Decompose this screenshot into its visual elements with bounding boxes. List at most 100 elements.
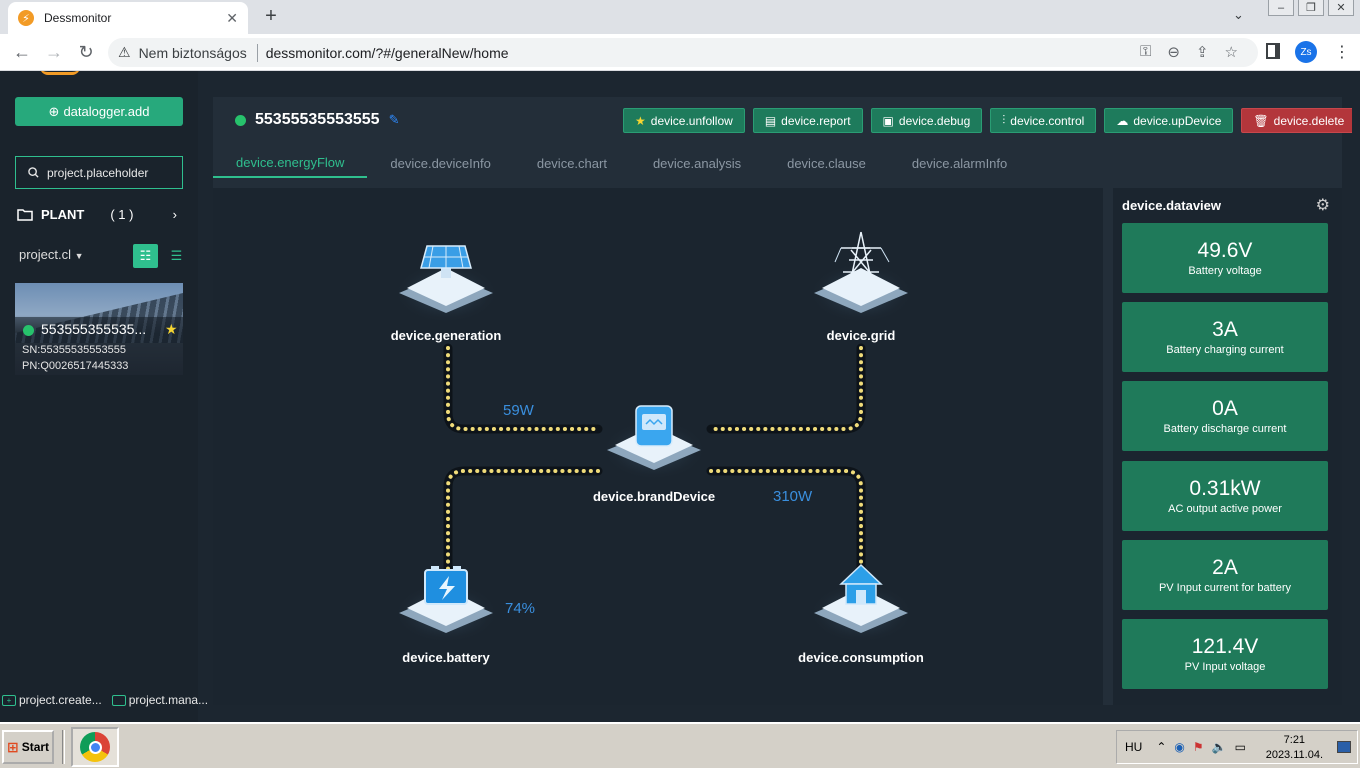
bookmark-star-icon[interactable]: ☆ [1225,43,1238,61]
card-view-icon[interactable]: ☷ [133,244,158,268]
metric-card: 121.4V PV Input voltage [1122,619,1328,689]
device-tabs: device.energyFlow device.deviceInfo devi… [213,148,1342,178]
show-desktop-icon[interactable] [1337,741,1351,753]
debug-button[interactable]: ▣ device.debug [870,108,983,133]
system-tray: HU ⌃ ◉ ⚑ 🔈 ▭ 7:21 2023.11.04. [1116,730,1358,764]
clock[interactable]: 7:21 2023.11.04. [1266,733,1323,763]
metric-value: 2A [1212,556,1238,579]
warning-triangle-icon[interactable]: ⚠ [118,44,131,61]
caret-down-icon: ▼ [74,251,84,261]
delete-button[interactable]: 🗑 device.delete [1241,108,1357,133]
project-filter-label: project.cl [19,247,72,262]
chevron-right-icon[interactable]: › [173,207,177,222]
debug-label: device.debug [898,113,971,128]
action-center-flag-icon[interactable]: ⚑ [1193,740,1204,754]
tab-energy-flow[interactable]: device.energyFlow [213,148,368,178]
tab-alarm-info[interactable]: device.alarmInfo [889,148,1030,178]
plant-name: 553555355535... [41,321,147,337]
device-panel: 55355535553555 ✎ ★ device.unfollow ▤ devic… [213,97,1357,705]
metric-card: 49.6V Battery voltage [1122,223,1328,293]
gear-icon[interactable]: ⚙ [1316,195,1330,215]
metric-label: AC output active power [1168,503,1282,515]
taskbar: ⊞ Start HU ⌃ ◉ ⚑ 🔈 ▭ 7:21 2023.11.04. [0,722,1360,768]
window-close-icon[interactable]: ✕ [1328,0,1354,16]
edit-pencil-icon[interactable]: ✎ [389,112,400,128]
chrome-taskbar-button[interactable] [71,727,119,767]
tray-expand-icon[interactable]: ⌃ [1156,740,1166,754]
device-status-dot [235,114,246,126]
monitor-icon[interactable]: ▭ [1235,740,1246,754]
volume-icon[interactable]: 🔈 [1212,740,1227,754]
metric-card: 2A PV Input current for battery [1122,540,1328,610]
report-button[interactable]: ▤ device.report [752,108,863,133]
logo [40,71,80,75]
plant-section-header[interactable]: PLANT ( 1 ) › [17,207,177,222]
url-text[interactable]: dessmonitor.com/?#/generalNew/home [266,45,509,61]
tab-close-icon[interactable]: ✕ [226,10,238,27]
minimize-icon[interactable]: – [1268,0,1294,16]
metric-label: Battery voltage [1188,265,1262,277]
datalogger-add-button[interactable]: ⊕ datalogger.add [15,97,183,126]
metric-card: 3A Battery charging current [1122,302,1328,372]
folder-manage-icon [111,694,126,706]
cloud-upload-icon: ☁ [1116,113,1129,128]
chrome-icon [80,732,110,762]
omnibox-divider [256,43,258,62]
project-search-input[interactable]: project.placeholder [15,156,183,189]
key-icon[interactable]: ⚿ [1140,43,1151,61]
sliders-icon: ⫶ [1002,113,1006,127]
folder-add-icon: + [2,694,16,706]
start-button[interactable]: ⊞ Start [2,730,54,764]
updevice-button[interactable]: ☁ device.upDevice [1104,108,1234,133]
language-indicator[interactable]: HU [1125,740,1142,754]
debug-icon: ▣ [882,113,894,128]
project-create-link[interactable]: + project.create... [0,693,102,707]
control-button[interactable]: ⫶ device.control [990,108,1097,133]
device-actions: ★ device.unfollow ▤ device.report ▣ device.… [623,108,1357,133]
browser-tab-strip: ⚡ Dessmonitor ✕ + ⌄ – ❐ ✕ [0,0,1360,34]
unfollow-button[interactable]: ★ device.unfollow [623,108,745,133]
page-scrollbar[interactable] [1352,71,1360,722]
tab-analysis[interactable]: device.analysis [630,148,764,178]
plant-count: ( 1 ) [110,207,134,222]
datalogger-add-label: datalogger.add [63,104,150,119]
inverter-icon [602,405,706,480]
battery-label: device.battery [402,650,490,665]
tab-chart[interactable]: device.chart [514,148,630,178]
share-icon[interactable]: ⇪ [1196,43,1209,61]
energy-flow-diagram: device.generation device.grid device.bra… [213,188,1103,705]
zoom-icon[interactable]: ⊖ [1167,43,1180,61]
security-status[interactable]: Nem biztonságos [139,45,247,61]
tab-search-chevron-icon[interactable]: ⌄ [1233,7,1244,23]
sidebar: ⊕ datalogger.add project.placeholder PLA… [0,71,208,722]
new-tab-button[interactable]: + [260,5,282,28]
profile-avatar[interactable]: Zs [1295,41,1317,63]
updevice-label: device.upDevice [1133,113,1222,128]
clock-date: 2023.11.04. [1265,749,1323,761]
plant-label: PLANT [41,207,85,222]
browser-menu-icon[interactable]: ⋮ [1334,42,1350,62]
tab-clause[interactable]: device.clause [764,148,889,178]
battery-soc-value: 74% [505,600,536,617]
tab-device-info[interactable]: device.deviceInfo [367,148,513,178]
plant-card[interactable]: 553555355535... ★ SN:55355535553555 PN:Q… [15,283,183,375]
favorite-star-icon[interactable]: ★ [165,321,178,338]
metric-value: 49.6V [1197,239,1253,262]
search-icon [28,167,39,178]
brand-device-label: device.brandDevice [592,489,716,504]
start-label: Start [21,740,50,754]
forward-arrow-icon[interactable]: → [44,42,64,63]
side-panel-icon[interactable] [1266,43,1280,59]
reload-icon[interactable]: ↻ [76,42,96,63]
plant-pn: PN:Q0026517445333 [22,360,129,372]
project-filter-dropdown[interactable]: project.cl ▼ [19,247,84,262]
project-manage-link[interactable]: project.mana... [110,693,208,707]
tab-title: Dessmonitor [44,11,112,25]
back-arrow-icon[interactable]: ← [12,42,32,63]
browser-tab[interactable]: ⚡ Dessmonitor ✕ [8,2,248,34]
grid-tower-icon [809,231,913,323]
list-view-icon[interactable]: ☰ [164,244,189,268]
network-icon[interactable]: ◉ [1174,740,1184,754]
restore-icon[interactable]: ❐ [1298,0,1324,16]
address-bar[interactable]: ⚠ Nem biztonságos dessmonitor.com/?#/gen… [108,38,1258,67]
